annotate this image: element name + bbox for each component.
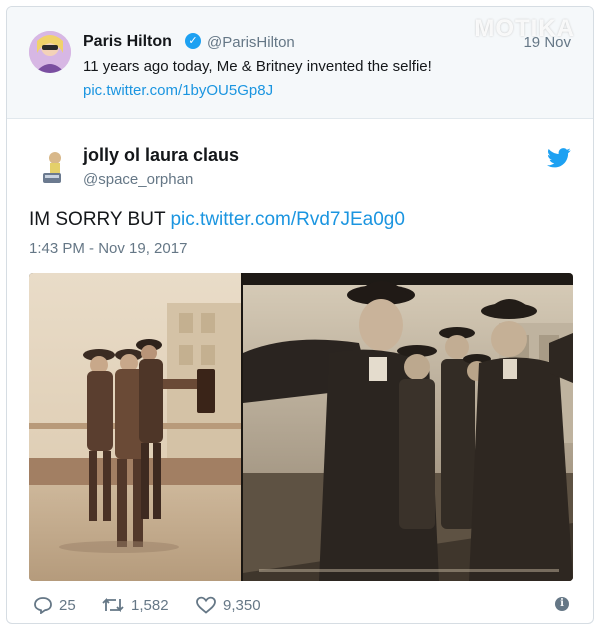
tweet-media[interactable] (29, 273, 573, 581)
info-icon[interactable]: i (555, 597, 569, 611)
tweet-timestamp[interactable]: 1:43 PM - Nov 19, 2017 (29, 240, 187, 257)
tweet-text-prefix: IM SORRY BUT (29, 209, 166, 230)
reply-button[interactable]: 25 (33, 593, 76, 617)
like-button[interactable]: 9,350 (195, 593, 261, 617)
main-tweet: jolly ol laura claus @space_orphan IM SO… (7, 119, 593, 623)
quoted-handle[interactable]: @ParisHilton (207, 34, 295, 51)
retweet-button[interactable]: 1,582 (101, 593, 169, 617)
heart-icon (196, 596, 216, 614)
tweet-actions: 25 1,582 9,350 i (29, 593, 573, 617)
verified-badge-icon: ✓ (185, 33, 201, 49)
watermark: MOTIKA (474, 15, 575, 42)
like-count: 9,350 (223, 596, 261, 614)
twitter-bird-icon[interactable] (547, 147, 571, 169)
retweet-icon (102, 597, 124, 613)
tweet-link[interactable]: pic.twitter.com/Rvd7JEa0g0 (170, 209, 404, 230)
author-name[interactable]: jolly ol laura claus (83, 145, 239, 166)
tweet-text: IM SORRY BUT pic.twitter.com/Rvd7JEa0g0 (29, 209, 405, 231)
quoted-name[interactable]: Paris Hilton (83, 33, 172, 51)
quoted-link[interactable]: pic.twitter.com/1byOU5Gp8J (83, 82, 273, 99)
quoted-tweet[interactable]: Paris Hilton ✓ @ParisHilton 19 Nov MOTIK… (7, 7, 593, 119)
tweet-card: Paris Hilton ✓ @ParisHilton 19 Nov MOTIK… (6, 6, 594, 624)
reply-icon (34, 597, 52, 614)
quoted-avatar[interactable] (29, 31, 71, 73)
reply-count: 25 (59, 596, 76, 614)
selfie-photo (29, 273, 573, 581)
quoted-text: 11 years ago today, Me & Britney invente… (83, 58, 432, 75)
retweet-count: 1,582 (131, 596, 169, 614)
author-handle[interactable]: @space_orphan (83, 171, 193, 188)
author-avatar[interactable] (29, 145, 73, 189)
